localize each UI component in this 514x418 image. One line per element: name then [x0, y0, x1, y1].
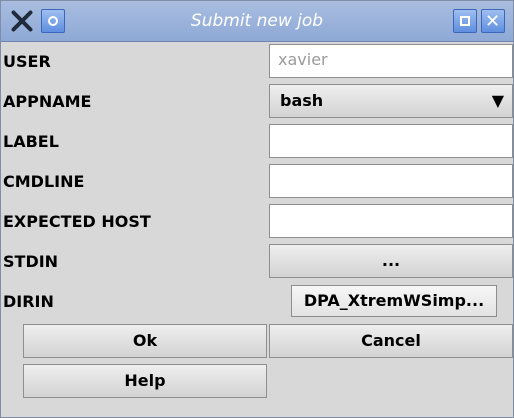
form-row-stdin: STDIN ...: [1, 241, 513, 281]
action-row-2: Help: [1, 361, 513, 401]
help-button[interactable]: Help: [23, 364, 267, 398]
appname-label: APPNAME: [3, 92, 92, 111]
stdin-label: STDIN: [3, 252, 59, 271]
ok-button[interactable]: Ok: [23, 324, 267, 358]
form-row-label: LABEL: [1, 121, 513, 161]
dirin-label: DIRIN: [3, 292, 54, 311]
window-title: Submit new job: [190, 11, 324, 31]
expected-host-input[interactable]: [269, 204, 513, 238]
user-field: xavier: [269, 44, 513, 78]
form-row-expected-host: EXPECTED HOST: [1, 201, 513, 241]
maximize-icon[interactable]: [453, 9, 477, 33]
title-bar: Submit new job ✕: [1, 1, 513, 42]
close-icon[interactable]: ✕: [481, 9, 505, 33]
action-row-1: Ok Cancel: [1, 321, 513, 361]
cancel-button[interactable]: Cancel: [269, 324, 513, 358]
submit-job-window: Submit new job ✕ USER xavier APPNAME bas…: [0, 0, 514, 418]
form-row-appname: APPNAME bash ▼: [1, 81, 513, 121]
cmdline-label: CMDLINE: [3, 172, 85, 191]
cmdline-input[interactable]: [269, 164, 513, 198]
label-input[interactable]: [269, 124, 513, 158]
empty-cell: [269, 364, 513, 398]
form-row-user: USER xavier: [1, 41, 513, 81]
appname-select[interactable]: bash ▼: [269, 84, 513, 118]
stdin-browse-button[interactable]: ...: [269, 244, 513, 278]
dirin-browse-button[interactable]: DPA_XtremWSimp...: [291, 285, 497, 317]
form-row-cmdline: CMDLINE: [1, 161, 513, 201]
form-row-dirin: DIRIN DPA_XtremWSimp...: [1, 281, 513, 321]
expected-host-label: EXPECTED HOST: [3, 212, 151, 231]
chevron-down-icon: ▼: [491, 91, 504, 110]
user-label: USER: [3, 52, 51, 71]
appname-selected: bash: [280, 91, 324, 110]
label-label: LABEL: [3, 132, 59, 151]
